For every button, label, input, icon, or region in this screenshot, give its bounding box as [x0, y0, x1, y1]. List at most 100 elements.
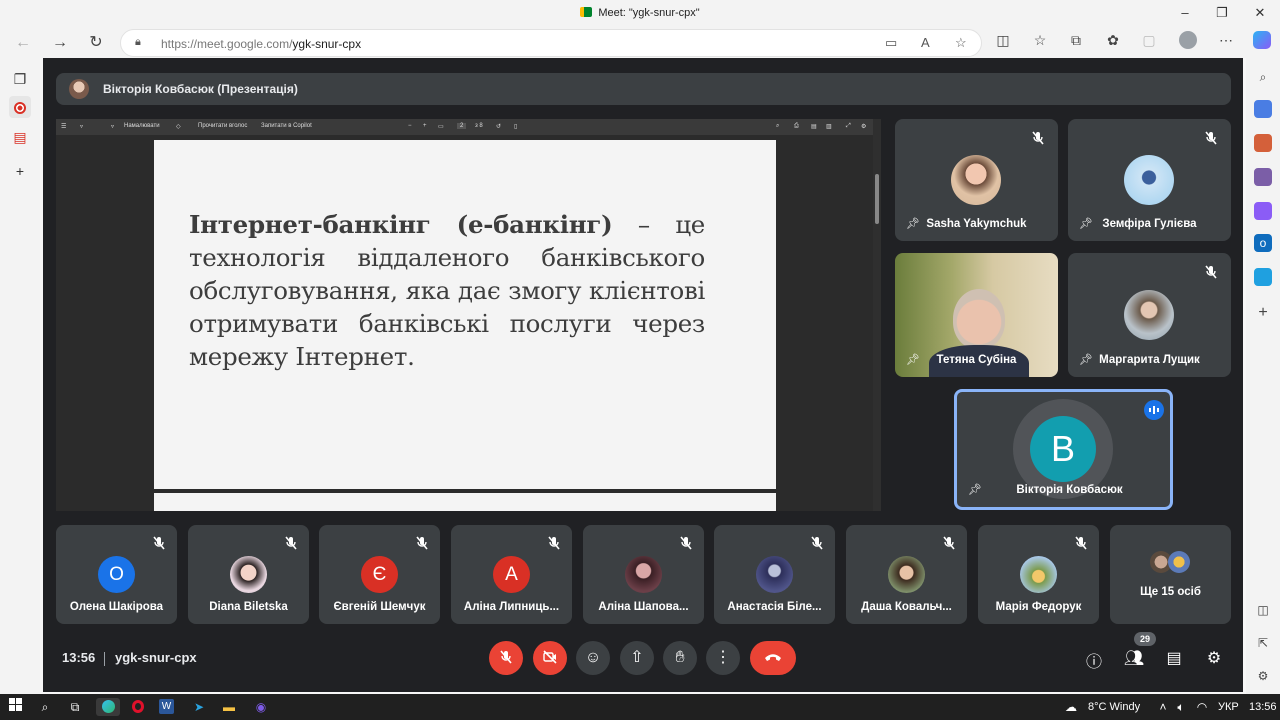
participant-name: Земфіра Гулієва	[1102, 218, 1197, 230]
mic-toggle-button[interactable]	[489, 641, 523, 675]
microsoft-365-icon[interactable]	[1254, 202, 1272, 220]
wifi-icon[interactable]: ◠	[1193, 698, 1211, 716]
recording-tab-icon[interactable]	[9, 96, 31, 118]
slide-text: Інтернет-банкінг (е-банкінг) – це технол…	[189, 208, 705, 373]
participant-tile[interactable]: 📌︎ Маргарита Лущик	[1068, 253, 1231, 377]
leave-call-button[interactable]	[750, 641, 796, 675]
favorite-star-icon[interactable]: ☆	[955, 35, 967, 51]
mic-off-icon	[809, 535, 825, 551]
more-participants-tile[interactable]: Ще 15 осіб	[1110, 525, 1231, 624]
save-icon: ▤	[811, 124, 817, 130]
more-options-icon[interactable]: ⋯	[1215, 32, 1237, 49]
sidebar-settings-icon[interactable]: ⚙	[1254, 667, 1272, 685]
window-title: Meet: "ygk-snur-cpx"	[0, 7, 1280, 19]
participant-tile[interactable]: Аліна Шапова...	[583, 525, 704, 624]
participant-avatar: О	[98, 556, 135, 593]
read-aloud-icon[interactable]: A	[921, 35, 930, 50]
participant-tile[interactable]: Є Євгеній Шемчук	[319, 525, 440, 624]
open-external-icon[interactable]: ⇱	[1254, 634, 1272, 652]
meet-window: Вікторія Ковбасюк (Презентація) ☰ ▿ ▿ На…	[43, 58, 1243, 692]
rotate-icon: ↺	[496, 124, 502, 130]
drop-icon[interactable]	[1254, 268, 1272, 286]
meet-favicon-icon	[580, 7, 593, 17]
participant-photo	[888, 556, 925, 593]
participant-tile[interactable]: Марія Федорук	[978, 525, 1099, 624]
viber-icon[interactable]: ◉	[252, 698, 270, 716]
read-aloud-label: Прочитати вголос	[198, 123, 248, 129]
shopping-icon[interactable]	[1254, 100, 1272, 118]
reload-icon[interactable]: ↻	[84, 32, 108, 54]
activities-icon[interactable]: ⚙	[1203, 648, 1225, 670]
new-tab-icon[interactable]: +	[9, 160, 31, 182]
games-icon[interactable]	[1254, 168, 1272, 186]
pdf-search-icon: ⌕	[776, 123, 780, 129]
print-icon: ⎙	[794, 123, 799, 129]
profile-avatar[interactable]	[1177, 31, 1199, 52]
file-explorer-icon[interactable]: ▬	[220, 698, 238, 716]
participant-tile[interactable]: А Аліна Липниць...	[451, 525, 572, 624]
copilot-icon[interactable]	[1251, 31, 1273, 52]
participant-tile[interactable]: Diana Biletska	[188, 525, 309, 624]
close-window-button[interactable]: ✕	[1245, 5, 1275, 21]
forward-arrow-icon[interactable]: →	[48, 32, 72, 54]
chat-icon[interactable]: ▤	[1163, 648, 1185, 670]
volume-icon[interactable]: 🔈︎	[1172, 698, 1190, 716]
mic-off-icon	[414, 535, 430, 551]
participant-tile[interactable]: 📌︎ Земфіра Гулієва	[1068, 119, 1231, 241]
pdf-tab-icon[interactable]: ▤	[9, 126, 31, 148]
collections-icon[interactable]: ⧉	[1065, 32, 1087, 49]
camera-icon[interactable]: ▭	[885, 35, 897, 51]
participant-video-tile[interactable]: 📌︎ Тетяна Субіна	[895, 253, 1058, 377]
search-icon[interactable]: ⌕	[1254, 68, 1272, 86]
mic-off-icon	[546, 535, 562, 551]
weather-text: 8°C Windy	[1088, 701, 1141, 713]
mic-off-icon	[1073, 535, 1089, 551]
task-view-icon[interactable]: ⧉	[66, 698, 84, 716]
hide-sidebar-icon[interactable]: ◫	[1254, 601, 1272, 619]
meeting-info-icon[interactable]: ⓘ	[1083, 648, 1105, 671]
participant-name: Даша Ковальч...	[861, 601, 952, 613]
pdf-toolbar: ☰ ▿ ▿ Намалювати ◇ Прочитати вголос Запи…	[56, 119, 881, 135]
language-indicator[interactable]: УКР	[1218, 701, 1239, 713]
participant-photo	[1020, 556, 1057, 593]
back-arrow-icon[interactable]: ←	[11, 32, 35, 54]
participant-name: Олена Шакірова	[69, 601, 164, 613]
present-screen-button[interactable]: ⇧	[620, 641, 654, 675]
lock-icon: 🔒︎	[135, 36, 141, 48]
participant-tile[interactable]: О Олена Шакірова	[56, 525, 177, 624]
split-screen-icon[interactable]: ◫	[992, 32, 1014, 49]
telegram-icon[interactable]: ➤	[190, 698, 208, 716]
more-options-button[interactable]: ⋮	[706, 641, 740, 675]
search-icon[interactable]: ⌕	[36, 698, 54, 716]
participant-photo	[230, 556, 267, 593]
favorites-icon[interactable]: ☆	[1029, 32, 1051, 49]
participant-tile[interactable]: Даша Ковальч...	[846, 525, 967, 624]
outlook-icon[interactable]: o	[1254, 234, 1272, 252]
participant-photo	[951, 155, 1001, 205]
extensions-icon[interactable]: ✿	[1102, 32, 1124, 49]
tab-actions-icon[interactable]: ❐	[9, 68, 31, 90]
edge-taskbar-icon[interactable]	[96, 698, 120, 716]
maximize-button[interactable]: ❐	[1207, 5, 1237, 21]
screenshot-icon[interactable]: ▢	[1138, 32, 1160, 49]
page-number-input: 2	[457, 123, 467, 129]
participant-tile[interactable]: 📌︎ Sasha Yakymchuk	[895, 119, 1058, 241]
windows-start-icon[interactable]	[6, 698, 24, 716]
zoom-in-icon: +	[423, 123, 427, 129]
camera-toggle-button[interactable]	[533, 641, 567, 675]
word-icon[interactable]: W	[159, 699, 174, 714]
minimize-button[interactable]: –	[1170, 5, 1200, 20]
address-bar[interactable]: 🔒︎ https://meet.google.com/ygk-snur-cpx …	[120, 29, 982, 57]
raise-hand-button[interactable]: ✋︎	[663, 641, 697, 675]
tray-expand-icon[interactable]: ˄	[1154, 698, 1172, 716]
opera-icon[interactable]	[129, 698, 147, 716]
active-speaker-tile[interactable]: В 📌︎ Вікторія Ковбасюк	[954, 389, 1173, 510]
participant-count-badge: 29	[1134, 632, 1157, 646]
pdf-settings-icon: ⚙	[861, 124, 867, 130]
emoji-reaction-button[interactable]: ☺	[576, 641, 610, 675]
people-icon[interactable]: 👥︎	[1123, 648, 1145, 670]
tools-icon[interactable]	[1254, 134, 1272, 152]
participant-tile[interactable]: Анастасія Біле...	[714, 525, 835, 624]
participant-photo	[625, 556, 662, 593]
add-sidebar-app-icon[interactable]: +	[1254, 304, 1272, 322]
